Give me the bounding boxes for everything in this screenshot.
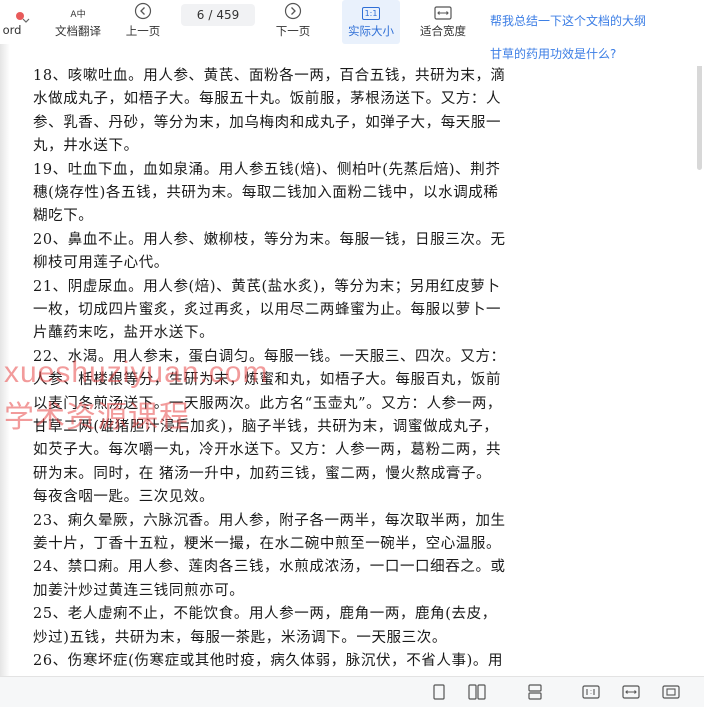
fit-width-mode-button[interactable] [620, 683, 642, 701]
document-line: 研为末。同时，在 猪汤一升中，加药三钱，蜜二两，慢火熬成膏子。 [33, 465, 492, 482]
double-page-view-button[interactable] [466, 683, 488, 701]
continuous-page-icon [528, 684, 542, 700]
continuous-view-button[interactable] [524, 683, 546, 701]
next-page-button[interactable]: 下一页 [270, 0, 316, 44]
document-line: 柳枝可用莲子心代。 [33, 255, 169, 272]
document-line: 一枚，切成四片蜜炙，炙过再炙，以用尽二两蜂蜜为止。每服以萝卜一 [33, 302, 502, 318]
document-line: 每夜含咽一匙。三次见效。 [33, 489, 215, 506]
document-line: 糊吃下。 [33, 208, 94, 225]
document-line: 23、痢久晕厥，六脉沉香。用人参，附子各一两半，每次取半两，加生 [33, 512, 506, 529]
document-line: 丸，井水送下。 [33, 138, 139, 155]
document-line: 20、鼻血不止。用人参、嫩柳枝，等分为末。每服一钱，日服三次。无 [33, 231, 506, 248]
document-line: 炒过)五钱，共研为末，每服一茶匙，米汤调下。一天服三次。 [33, 629, 447, 646]
translate-button[interactable]: A中 文档翻译 [50, 0, 106, 44]
fit-width-button[interactable]: 适合宽度 [414, 0, 472, 44]
document-line: 24、禁口痢。用人参、莲肉各三钱，水煎成浓汤，一口一口细吞之。或 [33, 559, 506, 576]
fit-page-mode-button[interactable] [660, 683, 682, 701]
actual-size-mode-button[interactable] [580, 683, 602, 701]
document-line: 18、咳嗽吐血。用人参、黄芪、面粉各一两，百合五钱，共研为末，滴 [33, 68, 506, 84]
total-pages: 459 [216, 8, 240, 22]
translate-icon: A中 [70, 10, 86, 20]
document-line: 参、乳香、丹砂，等分为末，加乌梅肉和成丸子，如弹子大，每天服一 [33, 114, 502, 131]
single-page-icon [433, 684, 445, 700]
document-line: 加姜汁炒过黄连三钱同煎亦可。 [33, 582, 245, 599]
prev-page-label: 上一页 [125, 24, 161, 38]
document-line: 姜十片，丁香十五粒，粳米一撮，在水二碗中煎至一碗半，空心温服。 [33, 536, 502, 552]
vertical-scrollbar[interactable] [697, 50, 702, 170]
actual-size-icon: 1:1 [361, 0, 381, 20]
actual-size-button[interactable]: 1:1 实际大小 [342, 0, 400, 44]
document-line: 片蘸药末吃，盐开水送下。 [33, 325, 215, 342]
prev-page-button[interactable]: 上一页 [120, 0, 166, 44]
current-page: 6 [196, 8, 205, 22]
document-line: 26、伤寒坏症(伤寒症或其他时疫，病久体弱，脉沉伏，不省人事)。用 [33, 653, 504, 669]
document-page: 18、咳嗽吐血。用人参、黄芪、面粉各一两，百合五钱，共研为末，滴 水做成丸子，如梧… [0, 44, 704, 676]
fit-page-mode-icon [662, 685, 680, 699]
document-line: 25、老人虚痢不止，不能饮食。用人参一两，鹿角一两，鹿角(去皮， [33, 606, 497, 623]
prev-arrow-icon [134, 0, 152, 20]
next-arrow-icon [284, 0, 302, 20]
chevron-down-icon[interactable] [22, 18, 30, 28]
actual-size-mode-icon [582, 685, 600, 699]
next-page-label: 下一页 [275, 24, 311, 38]
document-line: 21、阴虚尿血。用人参(焙)、黄芪(盐水炙)，等分为末；另用红皮萝卜 [33, 278, 501, 295]
view-mode-bar [0, 676, 704, 707]
watermark-url: xueshuziyuan.com [4, 356, 269, 389]
ai-suggestion-outline[interactable]: 帮我总结一下这个文档的大纲 [490, 12, 646, 29]
document-line: 如芡子大。每次嚼一丸，冷开水送下。又方：人参一两，葛粉二两，共 [33, 442, 502, 459]
page-separator: / [208, 8, 213, 22]
single-page-view-button[interactable] [428, 683, 450, 701]
double-page-icon [468, 684, 486, 700]
word-label: ord [2, 23, 22, 37]
document-line: 水做成丸子，如梧子大。每服五十丸。饭前服，茅根汤送下。又方：人 [33, 91, 502, 108]
document-line: 穗(烧存性)各五钱，共研为末。每取二钱加入面粉二钱中，以水调成稀 [33, 185, 499, 201]
fit-width-icon [434, 0, 452, 20]
document-line: 19、吐血下血，血如泉涌。用人参五钱(焙)、侧柏叶(先蒸后焙)、荆芥 [33, 161, 501, 178]
actual-size-label: 实际大小 [348, 24, 394, 38]
page-number-input[interactable]: 6 / 459 [181, 4, 255, 26]
fit-width-mode-icon [622, 685, 640, 699]
watermark-text: 学术资源课程 [4, 400, 190, 435]
ai-assistant-panel: 帮我总结一下这个文档的大纲 甘草的药用功效是什么? [482, 0, 704, 66]
ai-suggestion-licorice[interactable]: 甘草的药用功效是什么? [490, 45, 616, 62]
fit-width-label: 适合宽度 [420, 24, 466, 38]
translate-label: 文档翻译 [55, 24, 101, 38]
